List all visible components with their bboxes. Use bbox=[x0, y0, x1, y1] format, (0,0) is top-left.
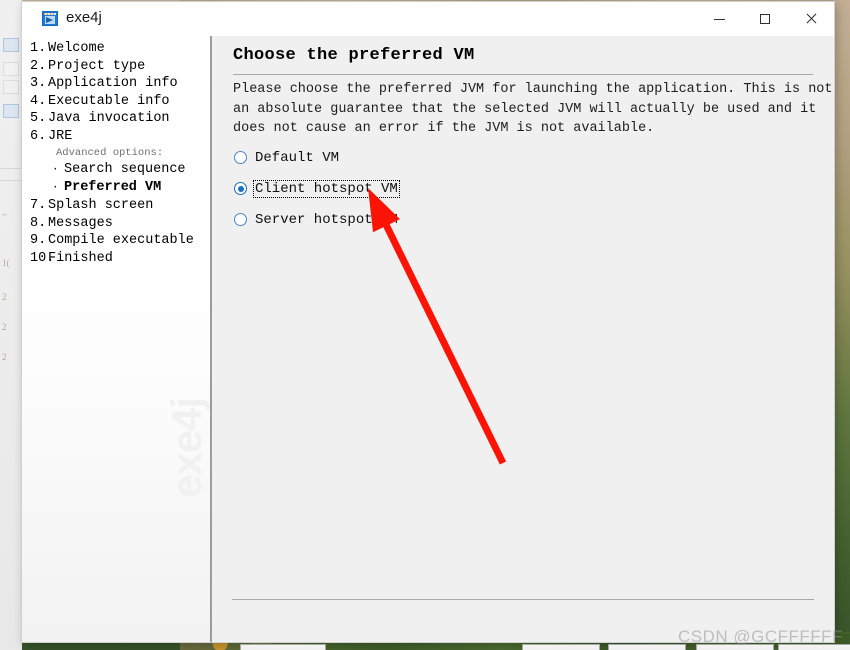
close-icon bbox=[805, 13, 817, 25]
radio-option-server-hotspot-vm[interactable]: Server hotspot VM bbox=[234, 208, 400, 231]
desktop-text: 2 bbox=[2, 322, 7, 332]
radio-label: Default VM bbox=[255, 149, 340, 166]
steps-list: 1. Welcome 2. Project type 3. Applicatio… bbox=[22, 40, 211, 267]
step-number: 9. bbox=[30, 233, 47, 248]
desktop-right-strip bbox=[834, 0, 850, 650]
sidebar-item-java-invocation[interactable]: 5. Java invocation bbox=[22, 110, 211, 128]
wizard-content-panel: Choose the preferred VM Please choose th… bbox=[211, 36, 850, 650]
back-button[interactable]: Back bbox=[522, 644, 600, 650]
sidebar-item-compile-executable[interactable]: 9. Compile executable bbox=[22, 232, 211, 250]
desktop-icon[interactable] bbox=[3, 104, 19, 118]
desktop-text: ~ bbox=[2, 210, 7, 220]
step-number: 4. bbox=[30, 93, 47, 109]
step-label: Welcome bbox=[48, 41, 105, 56]
sidebar-item-splash-screen[interactable]: 7. Splash screen bbox=[22, 197, 211, 215]
sidebar-item-welcome[interactable]: 1. Welcome bbox=[22, 40, 211, 58]
desktop-divider bbox=[0, 168, 22, 169]
sidebar-item-executable-info[interactable]: 4. Executable info bbox=[22, 93, 211, 111]
csdn-watermark: CSDN @GCFFFFFF bbox=[678, 627, 843, 646]
step-label: Compile executable bbox=[48, 233, 194, 248]
radio-label: Server hotspot VM bbox=[255, 211, 398, 228]
sidebar-item-application-info[interactable]: 3. Application info bbox=[22, 75, 211, 93]
step-number: 7. bbox=[30, 198, 47, 213]
radio-option-client-hotspot-vm[interactable]: Client hotspot VM bbox=[234, 177, 400, 200]
bullet-icon: · bbox=[52, 182, 59, 194]
radio-icon bbox=[234, 213, 247, 226]
step-label: Splash screen bbox=[48, 198, 154, 213]
desktop-icon[interactable] bbox=[3, 38, 19, 52]
step-label: Application info bbox=[48, 76, 178, 91]
radio-icon-selected bbox=[234, 182, 247, 195]
step-number: 5. bbox=[30, 111, 47, 126]
step-label: Finished bbox=[48, 250, 113, 266]
step-label: Java invocation bbox=[48, 111, 170, 126]
exe4j-app-icon bbox=[42, 11, 58, 26]
step-number: 10. bbox=[30, 250, 55, 266]
radio-option-default-vm[interactable]: Default VM bbox=[234, 146, 400, 169]
step-label: Messages bbox=[48, 215, 113, 231]
step-number: 8. bbox=[30, 215, 47, 231]
step-number: 1. bbox=[30, 41, 47, 56]
window-controls bbox=[696, 2, 834, 36]
sidebar-item-preferred-vm[interactable]: · Preferred VM bbox=[22, 179, 211, 197]
radio-label: Client hotspot VM bbox=[253, 179, 400, 198]
desktop-text: 1( bbox=[2, 258, 10, 268]
step-number: 2. bbox=[30, 58, 47, 74]
sidebar-item-search-sequence[interactable]: · Search sequence bbox=[22, 161, 211, 179]
dialog-body: 1. Welcome 2. Project type 3. Applicatio… bbox=[22, 36, 850, 650]
step-number: 3. bbox=[30, 76, 47, 91]
wizard-steps-sidebar: 1. Welcome 2. Project type 3. Applicatio… bbox=[22, 36, 211, 642]
exe4j-wizard-window: exe4j 1. Welcome 2. Project type 3. Appl… bbox=[22, 2, 850, 650]
step-label: JRE bbox=[48, 128, 73, 144]
sub-step-label: Search sequence bbox=[64, 162, 186, 177]
sub-step-label: Preferred VM bbox=[64, 180, 162, 195]
step-number: 6. bbox=[30, 128, 47, 144]
title-divider bbox=[233, 74, 813, 75]
page-description: Please choose the preferred JVM for laun… bbox=[233, 82, 833, 136]
desktop-icon[interactable] bbox=[3, 62, 19, 76]
desktop-text: 2 bbox=[2, 352, 7, 362]
screen: ~ 1( 2 2 2 exe4j 1. Welcome 2. Project t… bbox=[0, 0, 850, 650]
close-button[interactable] bbox=[788, 2, 834, 36]
maximize-button[interactable] bbox=[742, 2, 788, 36]
bullet-icon: · bbox=[52, 164, 59, 176]
sidebar-item-jre[interactable]: 6. JRE bbox=[22, 128, 211, 146]
step-label: Project type bbox=[48, 58, 146, 74]
desktop-divider bbox=[0, 180, 22, 181]
sidebar-item-messages[interactable]: 8. Messages bbox=[22, 215, 211, 233]
radio-icon bbox=[234, 151, 247, 164]
desktop-text: 2 bbox=[2, 292, 7, 302]
title-bar: exe4j bbox=[22, 2, 834, 36]
desktop-icon[interactable] bbox=[3, 80, 19, 94]
next-button[interactable]: Next bbox=[608, 644, 686, 650]
page-title: Choose the preferred VM bbox=[233, 46, 475, 65]
desktop-left-strip: ~ 1( 2 2 2 bbox=[0, 0, 22, 650]
preferred-vm-radio-group: Default VM Client hotspot VM Server hots… bbox=[234, 146, 400, 239]
maximize-icon bbox=[760, 14, 770, 24]
minimize-button[interactable] bbox=[696, 2, 742, 36]
exe4j-watermark: exe4j bbox=[163, 397, 210, 498]
help-button[interactable]: ? Help bbox=[240, 644, 326, 650]
minimize-icon bbox=[713, 18, 725, 20]
sidebar-item-finished[interactable]: 10. Finished bbox=[22, 250, 211, 268]
step-label: Executable info bbox=[48, 93, 170, 109]
sidebar-item-project-type[interactable]: 2. Project type bbox=[22, 58, 211, 76]
window-title: exe4j bbox=[66, 9, 102, 26]
advanced-options-label: Advanced options: bbox=[56, 147, 164, 159]
footer-divider bbox=[232, 599, 814, 600]
